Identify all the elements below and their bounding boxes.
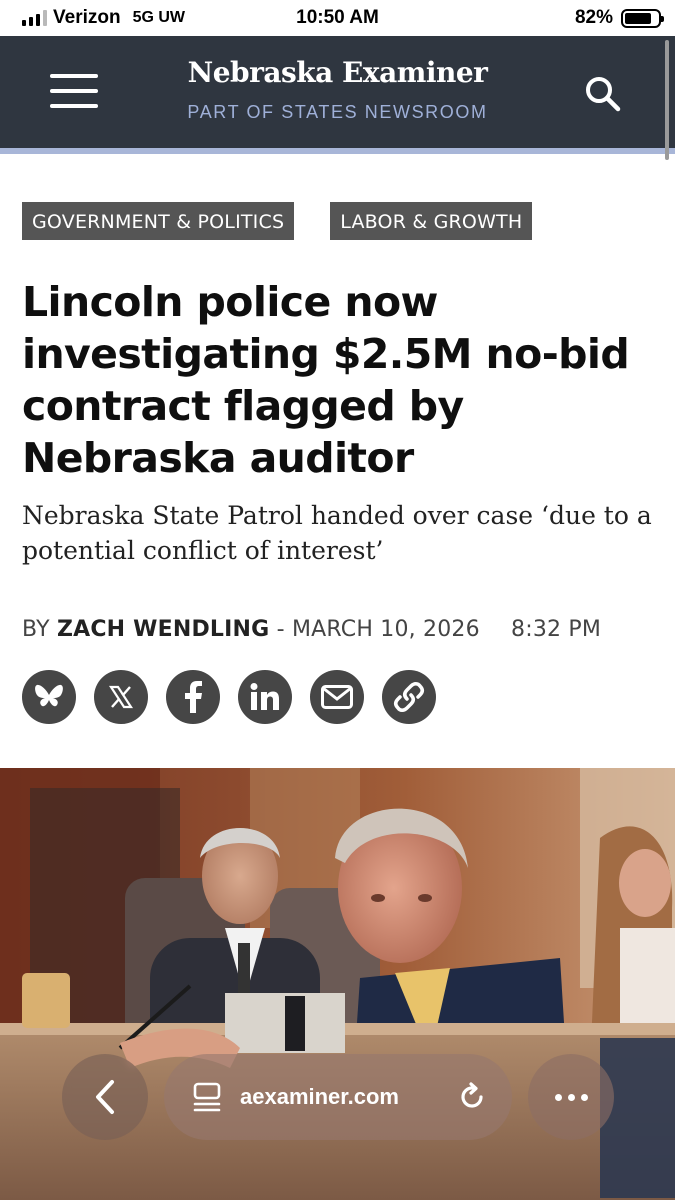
linkedin-icon[interactable] — [238, 670, 292, 724]
tag-government-politics[interactable]: GOVERNMENT & POLITICS — [22, 202, 295, 240]
bluesky-icon[interactable] — [22, 670, 76, 724]
reload-icon[interactable] — [456, 1081, 488, 1113]
article-subhead: Nebraska State Patrol handed over case ‘… — [22, 501, 652, 565]
battery-icon — [621, 8, 664, 28]
scroll-indicator[interactable] — [665, 40, 669, 160]
author-link[interactable]: ZACH WENDLING — [57, 617, 269, 642]
site-header: Nebraska Examiner PART OF STATES NEWSROO… — [0, 36, 675, 148]
back-button[interactable] — [62, 1054, 148, 1140]
byline-prefix: BY — [22, 617, 50, 642]
header-accent-stripe — [0, 148, 675, 154]
url-text[interactable]: aexaminer.com — [240, 1084, 399, 1110]
search-icon[interactable] — [583, 74, 623, 114]
site-tagline: PART OF STATES NEWSROOM — [187, 102, 488, 122]
publish-date: MARCH 10, 2026 — [291, 617, 480, 642]
link-icon[interactable] — [382, 670, 436, 724]
byline: BY ZACH WENDLING - MARCH 10, 2026 8:32 P… — [22, 617, 601, 642]
status-bar: Verizon 5G UW 10:50 AM 82% — [0, 0, 675, 36]
facebook-icon[interactable] — [166, 670, 220, 724]
battery-group: 82% — [574, 7, 664, 29]
byline-separator: - — [276, 617, 292, 642]
tag-labor-growth[interactable]: LABOR & GROWTH — [330, 202, 533, 240]
address-bar[interactable]: aexaminer.com — [164, 1054, 512, 1140]
x-icon[interactable] — [94, 670, 148, 724]
battery-percent: 82% — [574, 7, 613, 28]
publish-time: 8:32 PM — [511, 617, 602, 642]
reader-mode-icon[interactable] — [192, 1082, 222, 1112]
share-bar — [22, 670, 436, 724]
email-icon[interactable] — [310, 670, 364, 724]
more-icon[interactable] — [528, 1054, 614, 1140]
chevron-left-icon — [96, 1080, 114, 1114]
category-tags: GOVERNMENT & POLITICS LABOR & GROWTH — [22, 202, 533, 240]
article-headline: Lincoln police now investigating $2.5M n… — [22, 278, 630, 482]
site-logo[interactable]: Nebraska Examiner — [0, 56, 675, 89]
clock: 10:50 AM — [296, 7, 379, 28]
